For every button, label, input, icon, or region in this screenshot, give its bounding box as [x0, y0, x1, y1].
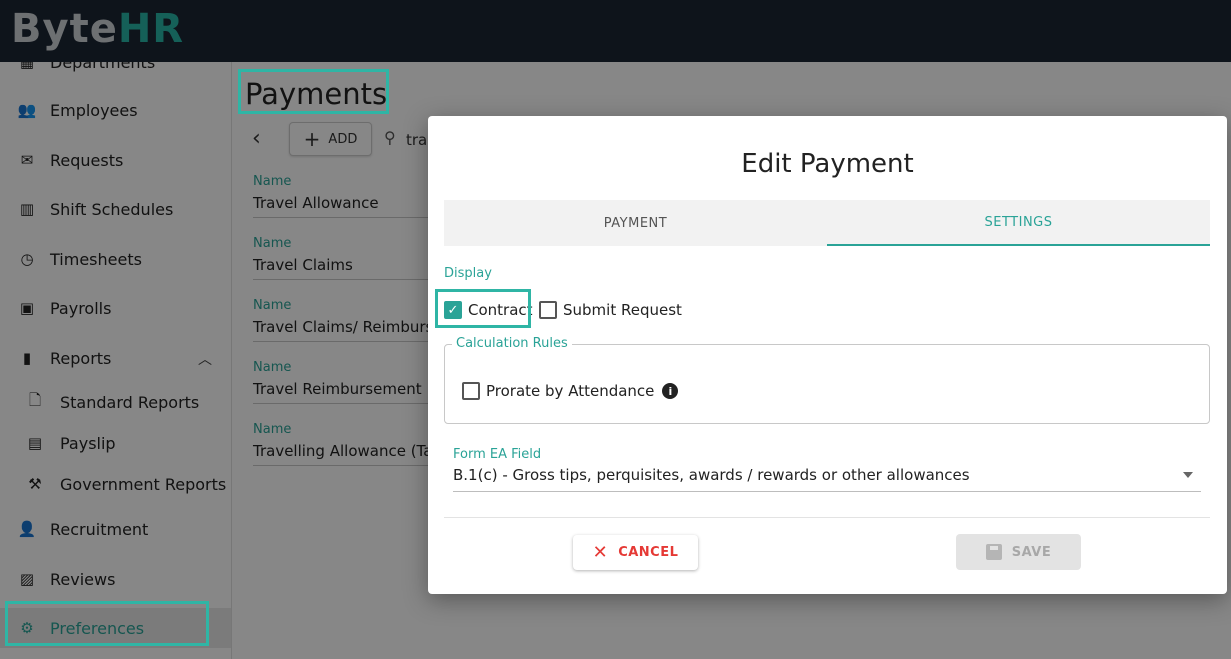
checkbox-unchecked-icon — [539, 301, 557, 319]
title-highlight — [238, 69, 389, 114]
dialog-title: Edit Payment — [741, 149, 914, 179]
save-button-label: SAVE — [1011, 544, 1052, 560]
form-ea-value: B.1(c) - Gross tips, perquisites, awards… — [453, 466, 970, 484]
prorate-label: Prorate by Attendance — [486, 382, 655, 400]
prorate-checkbox[interactable]: Prorate by Attendance i — [462, 382, 679, 400]
save-icon — [985, 544, 1002, 560]
preferences-highlight — [5, 601, 209, 646]
edit-payment-dialog: Edit Payment PAYMENT SETTINGS Display ✓ … — [428, 116, 1227, 594]
tab-payment[interactable]: PAYMENT — [444, 200, 827, 246]
submit-request-label: Submit Request — [563, 301, 682, 319]
submit-request-checkbox[interactable]: Submit Request — [539, 301, 682, 319]
form-ea-select[interactable]: B.1(c) - Gross tips, perquisites, awards… — [453, 466, 1201, 492]
form-ea-label: Form EA Field — [453, 447, 542, 462]
checkbox-unchecked-icon — [462, 382, 480, 400]
calculation-rules-label: Calculation Rules — [452, 336, 572, 351]
info-icon[interactable]: i — [662, 383, 679, 399]
dropdown-caret-icon — [1183, 472, 1193, 478]
tab-settings[interactable]: SETTINGS — [827, 200, 1210, 246]
cancel-button-label: CANCEL — [618, 545, 679, 560]
close-icon: ✕ — [592, 542, 609, 563]
contract-highlight — [435, 289, 531, 328]
save-button[interactable]: SAVE — [956, 534, 1081, 570]
divider — [444, 517, 1210, 518]
dialog-tabs: PAYMENT SETTINGS — [444, 200, 1210, 246]
cancel-button[interactable]: ✕ CANCEL — [573, 535, 698, 570]
display-label: Display — [444, 266, 492, 281]
